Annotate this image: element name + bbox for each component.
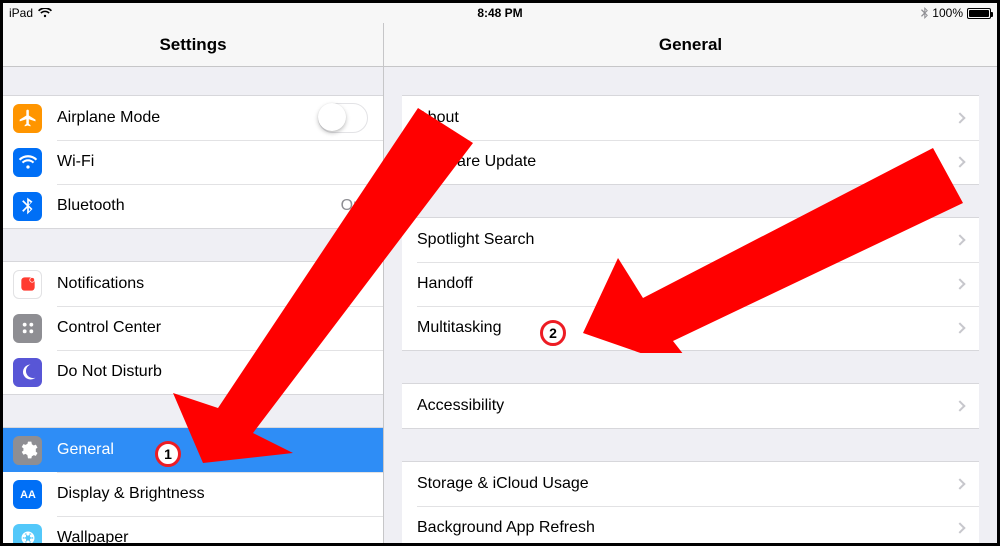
detail-item-accessibility[interactable]: Accessibility [402,384,979,428]
detail-pane: About Software Update Spotlight Search H… [384,67,997,543]
detail-item-software-update[interactable]: Software Update [402,140,979,184]
detail-item-label: About [417,109,956,127]
detail-group-storage: Storage & iCloud Usage Background App Re… [402,461,979,543]
detail-item-label: Multitasking [417,319,956,337]
chevron-right-icon [954,112,965,123]
settings-title: Settings [159,35,226,55]
display-icon: AA [13,480,42,509]
bluetooth-icon [13,192,42,221]
wifi-icon [38,8,52,18]
detail-item-label: Accessibility [417,397,956,415]
detail-item-multitasking[interactable]: Multitasking [402,306,979,350]
sidebar-item-dnd[interactable]: Do Not Disturb [3,350,383,394]
detail-item-handoff[interactable]: Handoff [402,262,979,306]
detail-item-label: Storage & iCloud Usage [417,475,956,493]
sidebar-item-label: Bluetooth [57,197,341,215]
wifi-icon [13,148,42,177]
battery-pct: 100% [932,6,963,20]
status-left: iPad [9,6,52,20]
gear-icon [13,436,42,465]
detail-item-label: Spotlight Search [417,231,956,249]
status-bar: iPad 8:48 PM 100% [3,3,997,23]
dnd-icon [13,358,42,387]
battery-icon [967,8,991,19]
sidebar-item-general[interactable]: General [3,428,383,472]
device-label: iPad [9,6,33,20]
bluetooth-value: On [341,197,362,215]
sidebar-item-display[interactable]: AA Display & Brightness [3,472,383,516]
sidebar-item-label: Control Center [57,319,368,337]
sidebar-group-general: General AA Display & Brightness Wallpape… [3,427,383,543]
detail-item-label: Handoff [417,275,956,293]
sidebar-item-airplane[interactable]: Airplane Mode [3,96,383,140]
status-time: 8:48 PM [477,6,522,20]
airplane-switch[interactable] [318,103,368,133]
wallpaper-icon [13,524,42,544]
header-left: Settings [3,23,384,66]
sidebar-item-label: General [57,441,368,459]
bluetooth-icon [921,7,928,19]
sidebar-item-label: Airplane Mode [57,109,318,127]
chevron-right-icon [954,234,965,245]
chevron-right-icon [954,478,965,489]
header: Settings General [3,23,997,67]
detail-item-spotlight[interactable]: Spotlight Search [402,218,979,262]
chevron-right-icon [954,156,965,167]
sidebar-item-label: Do Not Disturb [57,363,368,381]
detail-item-storage[interactable]: Storage & iCloud Usage [402,462,979,506]
sidebar-item-label: Wallpaper [57,529,368,543]
sidebar-item-wifi[interactable]: Wi-Fi [3,140,383,184]
sidebar-item-notifications[interactable]: Notifications [3,262,383,306]
detail-group-accessibility: Accessibility [402,383,979,429]
sidebar-group-connectivity: Airplane Mode Wi-Fi Bluetooth On [3,95,383,229]
sidebar-item-control-center[interactable]: Control Center [3,306,383,350]
airplane-icon [13,104,42,133]
sidebar-item-wallpaper[interactable]: Wallpaper [3,516,383,543]
detail-item-about[interactable]: About [402,96,979,140]
status-right: 100% [921,6,991,20]
sidebar-group-notifications: Notifications Control Center Do Not Dist… [3,261,383,395]
detail-item-background-refresh[interactable]: Background App Refresh [402,506,979,543]
sidebar-item-bluetooth[interactable]: Bluetooth On [3,184,383,228]
sidebar-item-label: Wi-Fi [57,153,362,171]
svg-text:AA: AA [20,489,36,501]
chevron-right-icon [954,522,965,533]
detail-title: General [659,35,722,55]
detail-item-label: Background App Refresh [417,519,956,537]
detail-group-search: Spotlight Search Handoff Multitasking [402,217,979,351]
sidebar-item-label: Notifications [57,275,368,293]
detail-group-about: About Software Update [402,95,979,185]
detail-item-label: Software Update [417,153,956,171]
sidebar-item-label: Display & Brightness [57,485,368,503]
control-center-icon [13,314,42,343]
chevron-right-icon [954,322,965,333]
chevron-right-icon [954,278,965,289]
header-right: General [384,23,997,66]
main: Airplane Mode Wi-Fi Bluetooth On [3,67,997,543]
chevron-right-icon [954,400,965,411]
notifications-icon [13,270,42,299]
sidebar: Airplane Mode Wi-Fi Bluetooth On [3,67,384,543]
